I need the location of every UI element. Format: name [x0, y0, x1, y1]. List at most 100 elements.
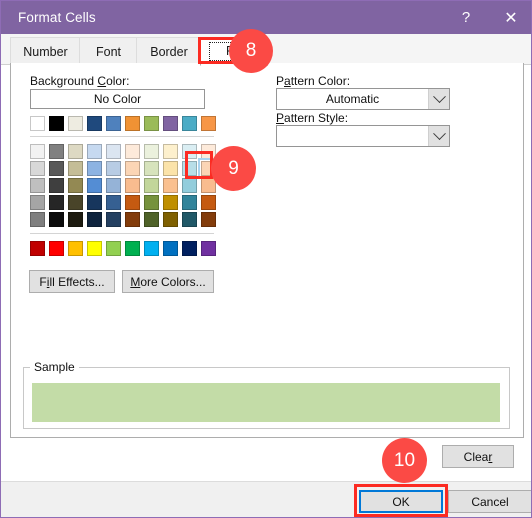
- color-swatch[interactable]: [201, 241, 216, 256]
- color-swatch[interactable]: [30, 212, 45, 227]
- color-swatch[interactable]: [163, 116, 178, 131]
- fill-effects-post: ll Effects...: [49, 274, 105, 289]
- color-swatch[interactable]: [49, 212, 64, 227]
- color-swatch[interactable]: [163, 178, 178, 193]
- color-swatch[interactable]: [106, 144, 121, 159]
- background-color-label-pre: Background: [30, 74, 98, 88]
- theme-tint-row: [30, 195, 220, 210]
- pattern-color-label-pre: P: [276, 74, 285, 88]
- color-swatch[interactable]: [182, 144, 197, 159]
- color-swatch[interactable]: [125, 116, 140, 131]
- color-swatch[interactable]: [144, 161, 159, 176]
- color-swatch[interactable]: [106, 241, 121, 256]
- color-swatch[interactable]: [144, 178, 159, 193]
- color-swatch[interactable]: [125, 161, 140, 176]
- color-swatch[interactable]: [182, 195, 197, 210]
- pattern-color-label: Pattern Color:: [276, 74, 350, 88]
- color-swatch[interactable]: [30, 178, 45, 193]
- color-swatch[interactable]: [144, 212, 159, 227]
- background-color-label-key: C: [97, 74, 107, 88]
- color-swatch[interactable]: [144, 241, 159, 256]
- more-colors-post: ore Colors...: [140, 274, 206, 289]
- fill-effects-button[interactable]: Fill Effects...: [29, 270, 115, 293]
- color-swatch[interactable]: [87, 178, 102, 193]
- color-swatch[interactable]: [201, 195, 216, 210]
- color-swatch[interactable]: [68, 212, 83, 227]
- color-swatch[interactable]: [182, 116, 197, 131]
- color-swatch[interactable]: [106, 161, 121, 176]
- color-swatch[interactable]: [163, 212, 178, 227]
- chevron-down-icon[interactable]: [428, 126, 449, 146]
- clear-button[interactable]: Clear: [442, 445, 514, 468]
- theme-tint-row: [30, 144, 220, 159]
- pattern-color-dropdown[interactable]: Automatic: [276, 88, 450, 110]
- color-swatch[interactable]: [163, 241, 178, 256]
- color-swatch[interactable]: [106, 116, 121, 131]
- color-swatch[interactable]: [182, 212, 197, 227]
- color-swatch[interactable]: [87, 161, 102, 176]
- color-swatch[interactable]: [30, 116, 45, 131]
- color-swatch[interactable]: [87, 116, 102, 131]
- color-swatch[interactable]: [49, 241, 64, 256]
- color-swatch[interactable]: [68, 116, 83, 131]
- color-swatch[interactable]: [30, 144, 45, 159]
- color-swatch[interactable]: [125, 144, 140, 159]
- tab-border-label: Border: [150, 44, 188, 59]
- color-swatch[interactable]: [68, 178, 83, 193]
- color-swatch[interactable]: [144, 116, 159, 131]
- more-colors-button[interactable]: More Colors...: [122, 270, 214, 293]
- color-swatch[interactable]: [68, 161, 83, 176]
- close-icon[interactable]: ✕: [489, 1, 531, 34]
- color-swatch[interactable]: [49, 144, 64, 159]
- tab-font[interactable]: Font: [79, 37, 138, 65]
- color-swatch[interactable]: [49, 116, 64, 131]
- color-swatch[interactable]: [106, 212, 121, 227]
- color-swatch[interactable]: [144, 195, 159, 210]
- color-swatch[interactable]: [163, 144, 178, 159]
- pattern-color-value: Automatic: [325, 92, 380, 106]
- color-swatch[interactable]: [182, 178, 197, 193]
- chevron-down-icon[interactable]: [428, 89, 449, 109]
- color-swatch[interactable]: [125, 195, 140, 210]
- color-swatch[interactable]: [182, 161, 197, 176]
- color-swatch[interactable]: [30, 195, 45, 210]
- color-swatch[interactable]: [106, 195, 121, 210]
- title-bar-buttons: ? ✕: [443, 1, 531, 34]
- color-swatch[interactable]: [125, 241, 140, 256]
- color-swatch[interactable]: [68, 241, 83, 256]
- color-swatch[interactable]: [125, 212, 140, 227]
- color-swatch[interactable]: [163, 195, 178, 210]
- color-swatch[interactable]: [144, 144, 159, 159]
- color-swatch[interactable]: [106, 178, 121, 193]
- no-color-button[interactable]: No Color: [30, 89, 205, 109]
- color-swatch[interactable]: [49, 195, 64, 210]
- color-swatch[interactable]: [87, 195, 102, 210]
- color-swatch[interactable]: [87, 241, 102, 256]
- pattern-style-label-post: attern Style:: [284, 111, 349, 125]
- color-swatch[interactable]: [182, 241, 197, 256]
- palette-divider: [30, 136, 214, 137]
- cancel-button[interactable]: Cancel: [448, 490, 531, 513]
- pattern-style-label: Pattern Style:: [276, 111, 348, 125]
- tab-number[interactable]: Number: [10, 37, 81, 65]
- color-swatch[interactable]: [87, 144, 102, 159]
- help-icon[interactable]: ?: [443, 1, 489, 34]
- color-swatch[interactable]: [201, 212, 216, 227]
- ok-button[interactable]: OK: [359, 490, 443, 513]
- color-swatch[interactable]: [87, 212, 102, 227]
- more-colors-key: M: [130, 274, 141, 289]
- color-swatch[interactable]: [163, 161, 178, 176]
- pattern-style-label-key: P: [276, 111, 285, 125]
- tab-border[interactable]: Border: [136, 37, 202, 65]
- color-swatch[interactable]: [68, 144, 83, 159]
- color-swatch[interactable]: [125, 178, 140, 193]
- color-swatch[interactable]: [201, 116, 216, 131]
- color-swatch[interactable]: [49, 178, 64, 193]
- pattern-style-dropdown[interactable]: [276, 125, 450, 147]
- color-swatch[interactable]: [30, 241, 45, 256]
- background-color-label-post: olor:: [106, 74, 130, 88]
- color-swatch[interactable]: [49, 161, 64, 176]
- annotation-badge-8: 8: [229, 29, 273, 73]
- color-swatch[interactable]: [68, 195, 83, 210]
- color-swatch[interactable]: [30, 161, 45, 176]
